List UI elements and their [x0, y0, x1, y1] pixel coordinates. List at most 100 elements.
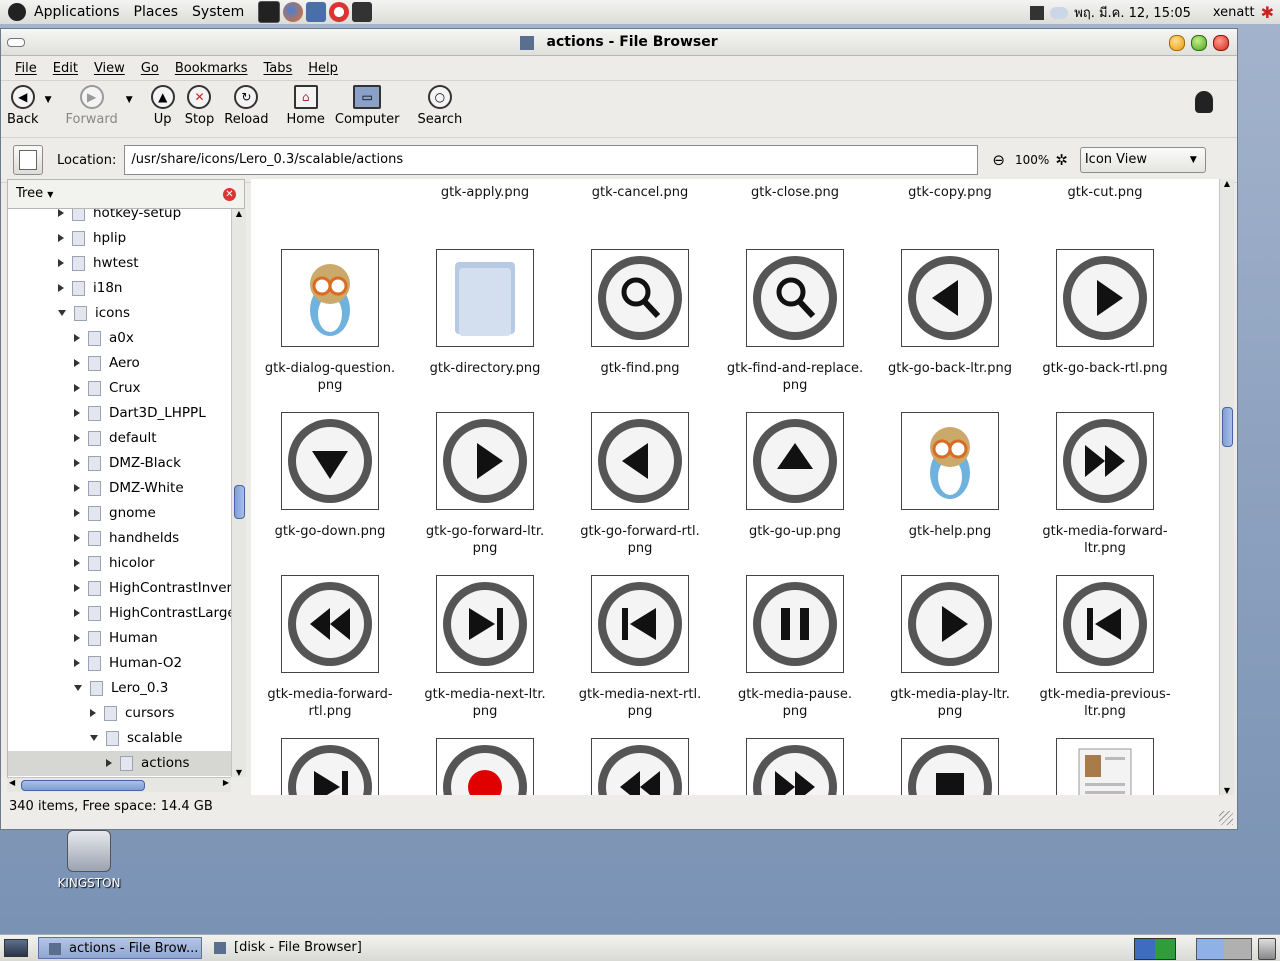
places-menu[interactable]: Places — [134, 4, 179, 20]
file-item[interactable] — [565, 738, 715, 795]
tree-item-actions[interactable]: actions — [8, 751, 232, 776]
file-item[interactable] — [720, 738, 870, 795]
file-item[interactable] — [875, 738, 1025, 795]
workspace-switcher[interactable] — [1134, 938, 1176, 960]
tree-item-icons[interactable]: icons — [8, 301, 232, 326]
close-side-pane-button[interactable]: ✕ — [223, 188, 236, 201]
clock[interactable]: พฤ. มี.ค. 12, 15:05 — [1074, 2, 1191, 23]
expander-expanded-icon[interactable] — [90, 735, 98, 741]
expander-collapsed-icon[interactable] — [74, 584, 80, 592]
tree-item-gnome[interactable]: gnome — [8, 501, 232, 526]
expander-collapsed-icon[interactable] — [106, 759, 112, 767]
window-menu-button[interactable] — [7, 38, 25, 47]
zoom-out-button[interactable]: ⊖ — [992, 151, 1005, 169]
expander-expanded-icon[interactable] — [74, 685, 82, 691]
scroll-left-arrow[interactable]: ◀ — [9, 778, 15, 787]
tree-item-lero-0-3[interactable]: Lero_0.3 — [8, 676, 232, 701]
tree-item-a0x[interactable]: a0x — [8, 326, 232, 351]
file-item[interactable]: gtk-directory.png — [410, 249, 560, 377]
expander-collapsed-icon[interactable] — [58, 234, 64, 242]
scroll-right-arrow[interactable]: ▶ — [223, 778, 229, 787]
file-item[interactable]: gtk-cut.png — [1030, 179, 1180, 201]
scroll-down-arrow[interactable]: ▼ — [232, 768, 246, 777]
search-button[interactable]: ○ Search — [418, 81, 462, 127]
desktop-drive-icon[interactable]: KINGSTON — [52, 830, 126, 890]
file-item[interactable]: gtk-media-forward- ltr.png — [1030, 412, 1180, 557]
file-item[interactable]: gtk-go-forward-ltr. png — [410, 412, 560, 557]
expander-collapsed-icon[interactable] — [74, 484, 80, 492]
tree-item-hotkey-setup[interactable]: hotkey-setup — [8, 209, 232, 226]
file-item[interactable]: gtk-help.png — [875, 412, 1025, 540]
up-button[interactable]: ▲ Up — [150, 81, 175, 127]
expander-collapsed-icon[interactable] — [58, 209, 64, 217]
terminal2-launcher-icon[interactable] — [352, 2, 373, 22]
expander-collapsed-icon[interactable] — [74, 559, 80, 567]
tree-hscroll-thumb[interactable] — [21, 780, 145, 791]
file-item[interactable]: gtk-dialog-question. png — [255, 249, 405, 394]
zoom-level[interactable]: 100% — [1015, 153, 1049, 167]
system-menu[interactable]: System — [192, 4, 244, 20]
tree-item-highcontrastlargeprint[interactable]: HighContrastLargePrint — [8, 601, 232, 626]
show-desktop-icon[interactable] — [4, 939, 28, 957]
tree-item-cursors[interactable]: cursors — [8, 701, 232, 726]
home-button[interactable]: ⌂ Home — [286, 81, 325, 127]
icon-scroll-up-arrow[interactable]: ▲ — [1220, 179, 1234, 188]
tree-item-highcontrastinverse[interactable]: HighContrastInverse — [8, 576, 232, 601]
tree-item-dart3d-lhppl[interactable]: Dart3D_LHPPL — [8, 401, 232, 426]
expander-collapsed-icon[interactable] — [74, 409, 80, 417]
forward-button[interactable]: ▶ Forward — [65, 81, 118, 127]
file-item[interactable]: gtk-go-forward-rtl. png — [565, 412, 715, 557]
view-mode-select[interactable]: Icon View ▼ — [1079, 147, 1206, 173]
resize-grip[interactable] — [1219, 811, 1233, 825]
tree-item-scalable[interactable]: scalable — [8, 726, 232, 751]
back-history-dropdown[interactable]: ▼ — [45, 95, 52, 105]
menu-view[interactable]: View — [94, 61, 125, 76]
tree-horizontal-scrollbar[interactable]: ◀ ▶ — [7, 777, 231, 792]
task-actions-browser[interactable]: actions - File Brow... — [38, 937, 202, 959]
file-item[interactable]: gtk-go-back-ltr.png — [875, 249, 1025, 377]
expander-collapsed-icon[interactable] — [74, 334, 80, 342]
expander-collapsed-icon[interactable] — [74, 459, 80, 467]
file-item[interactable] — [255, 738, 405, 795]
tree-item-i18n[interactable]: i18n — [8, 276, 232, 301]
reload-button[interactable]: ↻ Reload — [224, 81, 268, 127]
expander-collapsed-icon[interactable] — [74, 659, 80, 667]
tree-item-dmz-black[interactable]: DMZ-Black — [8, 451, 232, 476]
icon-view-scrollbar[interactable]: ▲ ▼ — [1219, 179, 1234, 795]
tree-item-human-o2[interactable]: Human-O2 — [8, 651, 232, 676]
menu-tabs[interactable]: Tabs — [263, 61, 292, 76]
weather-icon[interactable] — [1050, 6, 1069, 19]
distro-logo-icon[interactable] — [8, 3, 26, 21]
file-item[interactable]: gtk-media-pause. png — [720, 575, 870, 720]
computer-button[interactable]: ▭ Computer — [335, 81, 400, 127]
forward-history-dropdown[interactable]: ▼ — [126, 95, 133, 105]
tree-item-hwtest[interactable]: hwtest — [8, 251, 232, 276]
icon-scroll-down-arrow[interactable]: ▼ — [1220, 786, 1234, 795]
close-button[interactable] — [1213, 35, 1229, 51]
editor-launcher-icon[interactable] — [306, 2, 327, 22]
tree-item-hicolor[interactable]: hicolor — [8, 551, 232, 576]
menu-help[interactable]: Help — [308, 61, 338, 76]
file-item[interactable]: gtk-go-down.png — [255, 412, 405, 540]
tree-vertical-scrollbar[interactable]: ▲ ▼ — [231, 209, 246, 777]
file-item[interactable]: gtk-media-next-ltr. png — [410, 575, 560, 720]
file-item[interactable]: gtk-find.png — [565, 249, 715, 377]
minimize-button[interactable] — [1169, 35, 1185, 51]
help-launcher-icon[interactable] — [329, 2, 350, 22]
workspace-pager[interactable] — [1196, 938, 1252, 960]
icon-view[interactable]: gtk-apply.png gtk-cancel.png gtk-close.png… — [251, 179, 1219, 795]
network-icon[interactable] — [1030, 5, 1045, 20]
file-item[interactable]: gtk-media-forward- rtl.png — [255, 575, 405, 720]
window-titlebar[interactable]: actions - File Browser — [1, 29, 1237, 56]
tree-item-aero[interactable]: Aero — [8, 351, 232, 376]
maximize-button[interactable] — [1191, 35, 1207, 51]
file-item[interactable]: gtk-go-up.png — [720, 412, 870, 540]
menu-edit[interactable]: Edit — [53, 61, 78, 76]
stop-button[interactable]: ✕ Stop — [185, 81, 214, 127]
file-item[interactable]: gtk-media-next-rtl. png — [565, 575, 715, 720]
terminal-launcher-icon[interactable] — [258, 1, 281, 23]
side-pane-selector[interactable]: Tree ▼ — [16, 186, 53, 201]
menu-go[interactable]: Go — [141, 61, 159, 76]
logout-icon[interactable]: ✱ — [1261, 3, 1274, 22]
tree-item-handhelds[interactable]: handhelds — [8, 526, 232, 551]
